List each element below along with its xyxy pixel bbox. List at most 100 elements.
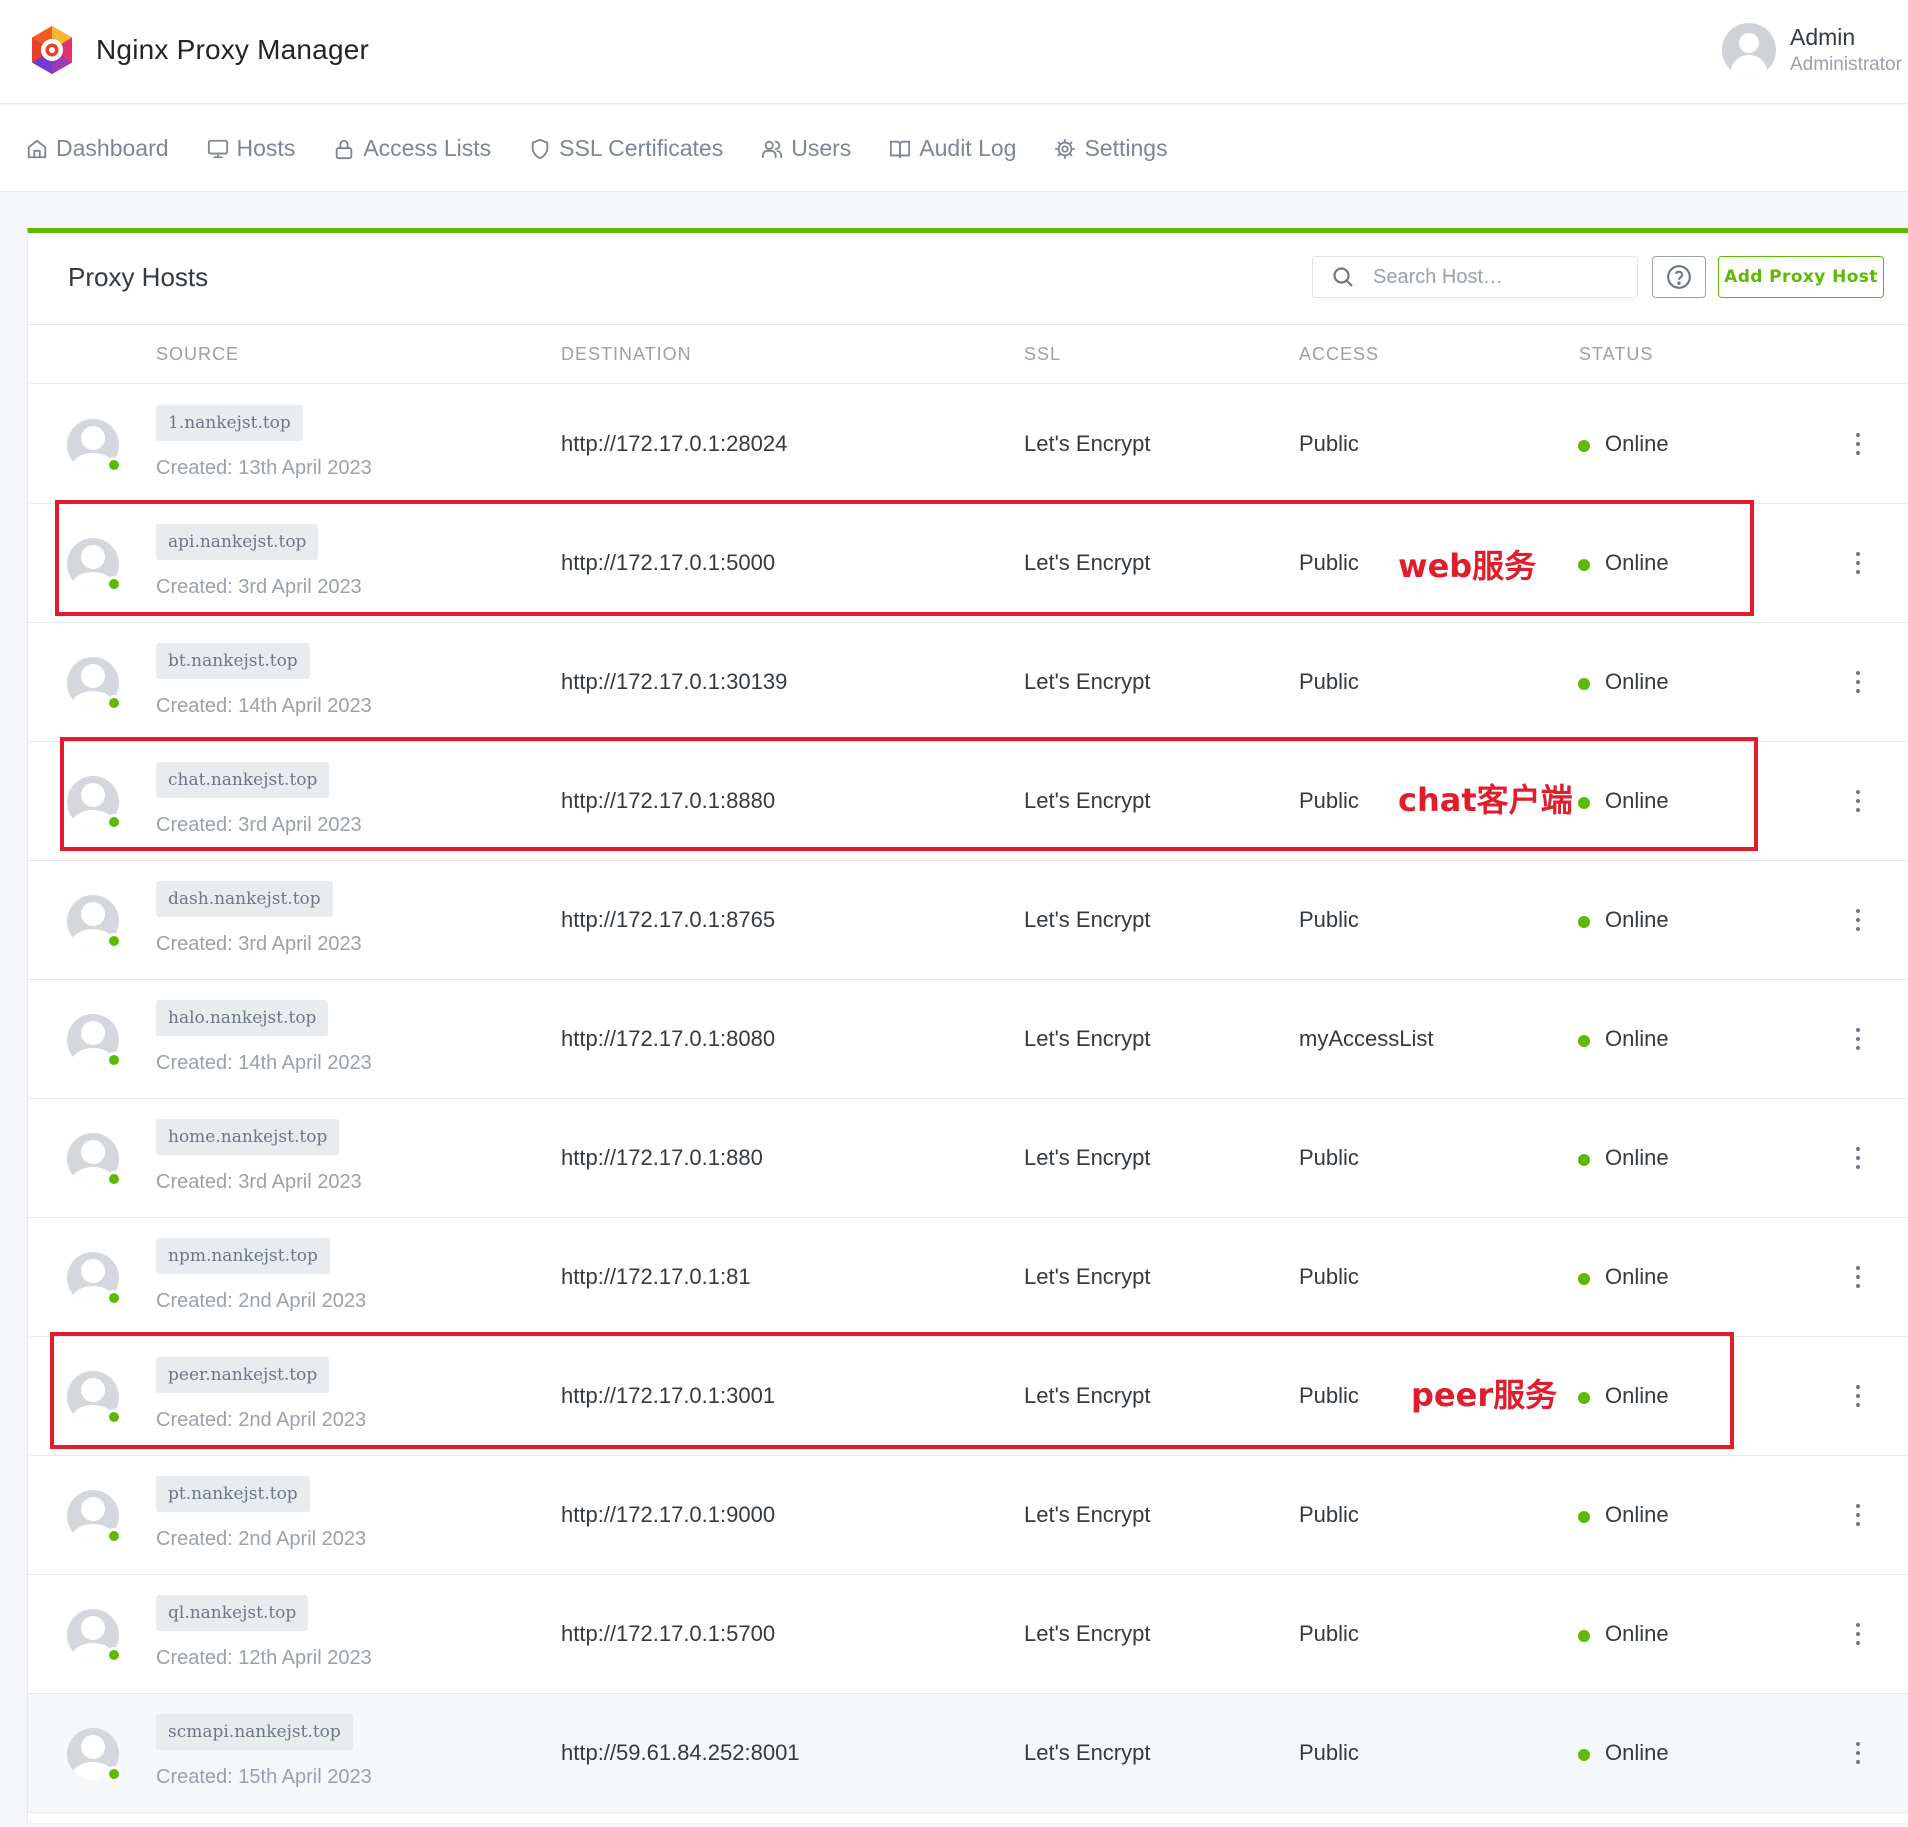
user-role: Administrator xyxy=(1790,54,1902,75)
destination: http://172.17.0.1:880 xyxy=(561,1145,763,1170)
online-indicator xyxy=(106,457,122,473)
table-row[interactable]: npm.nankejst.top Created: 2nd April 2023… xyxy=(28,1218,1908,1337)
created-date: Created: 2nd April 2023 xyxy=(156,1409,367,1431)
destination: http://172.17.0.1:9000 xyxy=(561,1502,776,1527)
column-header-status[interactable]: STATUS xyxy=(1579,344,1653,365)
nginx-proxy-manager-logo-icon xyxy=(32,26,72,74)
table-row[interactable]: scmapi.nankejst.top Created: 15th April … xyxy=(28,1694,1908,1813)
row-menu-icon[interactable] xyxy=(1848,667,1868,697)
status-dot-icon xyxy=(1578,797,1590,809)
row-menu-icon[interactable] xyxy=(1848,1143,1868,1173)
status: Online xyxy=(1605,1621,1669,1646)
row-menu-icon[interactable] xyxy=(1848,1381,1868,1411)
row-menu-icon[interactable] xyxy=(1848,548,1868,578)
nav-item-audit-log[interactable]: Audit Log xyxy=(889,135,1016,162)
domain-badge[interactable]: halo.nankejst.top xyxy=(156,1000,329,1036)
status-dot-icon xyxy=(1578,1154,1590,1166)
domain-badge[interactable]: home.nankejst.top xyxy=(156,1119,340,1155)
ssl: Let's Encrypt xyxy=(1024,669,1151,694)
table-row[interactable]: api.nankejst.top Created: 3rd April 2023… xyxy=(28,504,1908,623)
destination: http://172.17.0.1:5000 xyxy=(561,550,776,575)
domain-badge[interactable]: ql.nankejst.top xyxy=(156,1595,309,1631)
nav-item-label: SSL Certificates xyxy=(559,135,724,161)
search-input[interactable] xyxy=(1373,265,1613,289)
domain-badge[interactable]: scmapi.nankejst.top xyxy=(156,1714,353,1750)
user-menu[interactable]: Admin Administrator xyxy=(1722,22,1902,78)
table-row[interactable]: bt.nankejst.top Created: 14th April 2023… xyxy=(28,623,1908,742)
row-menu-icon[interactable] xyxy=(1848,1024,1868,1054)
row-menu-icon[interactable] xyxy=(1848,429,1868,459)
row-menu-icon[interactable] xyxy=(1848,905,1868,935)
access: Public xyxy=(1299,550,1359,575)
destination: http://172.17.0.1:81 xyxy=(561,1264,751,1289)
online-indicator xyxy=(106,695,122,711)
status: Online xyxy=(1605,1145,1669,1170)
online-indicator xyxy=(106,1171,122,1187)
row-menu-icon[interactable] xyxy=(1848,1262,1868,1292)
column-header-ssl[interactable]: SSL xyxy=(1024,344,1061,365)
domain-badge[interactable]: npm.nankejst.top xyxy=(156,1238,330,1274)
brand[interactable]: Nginx Proxy Manager xyxy=(28,24,369,76)
help-circle-icon xyxy=(1667,265,1691,289)
proxy-hosts-card: Proxy Hosts Add Proxy Host SOURCE DESTIN… xyxy=(27,228,1908,1823)
online-indicator xyxy=(106,1766,122,1782)
table-header: SOURCE DESTINATION SSL ACCESS STATUS xyxy=(28,326,1908,384)
access: myAccessList xyxy=(1299,1026,1434,1051)
row-menu-icon[interactable] xyxy=(1848,786,1868,816)
table-row[interactable]: home.nankejst.top Created: 3rd April 202… xyxy=(28,1099,1908,1218)
row-menu-icon[interactable] xyxy=(1848,1619,1868,1649)
domain-badge[interactable]: peer.nankejst.top xyxy=(156,1357,330,1393)
table-row[interactable]: peer.nankejst.top Created: 2nd April 202… xyxy=(28,1337,1908,1456)
access: Public xyxy=(1299,1740,1359,1765)
table-row[interactable]: dash.nankejst.top Created: 3rd April 202… xyxy=(28,861,1908,980)
status-dot-icon xyxy=(1578,678,1590,690)
add-proxy-host-button[interactable]: Add Proxy Host xyxy=(1718,256,1884,298)
destination: http://172.17.0.1:3001 xyxy=(561,1383,776,1408)
column-header-source[interactable]: SOURCE xyxy=(156,344,239,365)
user-avatar xyxy=(1722,23,1776,77)
nav-item-settings[interactable]: Settings xyxy=(1054,135,1168,162)
nav-item-users[interactable]: Users xyxy=(761,135,851,162)
nav-item-access-lists[interactable]: Access Lists xyxy=(333,135,491,162)
online-indicator xyxy=(106,933,122,949)
help-button[interactable] xyxy=(1652,256,1706,298)
table-row[interactable]: ql.nankejst.top Created: 12th April 2023… xyxy=(28,1575,1908,1694)
row-menu-icon[interactable] xyxy=(1848,1500,1868,1530)
destination: http://172.17.0.1:5700 xyxy=(561,1621,776,1646)
domain-badge[interactable]: 1.nankejst.top xyxy=(156,405,303,441)
search-box[interactable] xyxy=(1312,256,1638,298)
domain-badge[interactable]: dash.nankejst.top xyxy=(156,881,333,917)
users-icon xyxy=(762,140,783,158)
access: Public xyxy=(1299,1145,1359,1170)
domain-badge[interactable]: chat.nankejst.top xyxy=(156,762,330,798)
destination: http://172.17.0.1:8080 xyxy=(561,1026,776,1051)
online-indicator xyxy=(106,1409,122,1425)
status-dot-icon xyxy=(1578,1511,1590,1523)
nav-item-dashboard[interactable]: Dashboard xyxy=(26,135,169,162)
user-name: Admin xyxy=(1790,24,1856,50)
table-row[interactable]: halo.nankejst.top Created: 14th April 20… xyxy=(28,980,1908,1099)
ssl: Let's Encrypt xyxy=(1024,431,1151,456)
destination: http://59.61.84.252:8001 xyxy=(561,1740,800,1765)
created-date: Created: 3rd April 2023 xyxy=(156,1171,362,1193)
table-row[interactable]: 1.nankejst.top Created: 13th April 2023 … xyxy=(28,385,1908,504)
status-dot-icon xyxy=(1578,1630,1590,1642)
domain-badge[interactable]: api.nankejst.top xyxy=(156,524,319,560)
nav-item-label: Dashboard xyxy=(56,135,169,161)
domain-badge[interactable]: bt.nankejst.top xyxy=(156,643,310,679)
annotation-label-web: web服务 xyxy=(1398,547,1537,585)
nav-item-hosts[interactable]: Hosts xyxy=(207,135,295,162)
domain-badge[interactable]: pt.nankejst.top xyxy=(156,1476,310,1512)
status: Online xyxy=(1605,1264,1669,1289)
nav-item-ssl-certificates[interactable]: SSL Certificates xyxy=(529,135,723,162)
table-row[interactable]: chat.nankejst.top Created: 3rd April 202… xyxy=(28,742,1908,861)
access: Public xyxy=(1299,1383,1359,1408)
column-header-access[interactable]: ACCESS xyxy=(1299,344,1379,365)
nav-item-label: Users xyxy=(791,135,852,161)
access: Public xyxy=(1299,1621,1359,1646)
status: Online xyxy=(1605,1383,1669,1408)
row-menu-icon[interactable] xyxy=(1848,1738,1868,1768)
card-header: Proxy Hosts Add Proxy Host xyxy=(28,233,1908,325)
column-header-destination[interactable]: DESTINATION xyxy=(561,344,692,365)
table-row[interactable]: pt.nankejst.top Created: 2nd April 2023 … xyxy=(28,1456,1908,1575)
